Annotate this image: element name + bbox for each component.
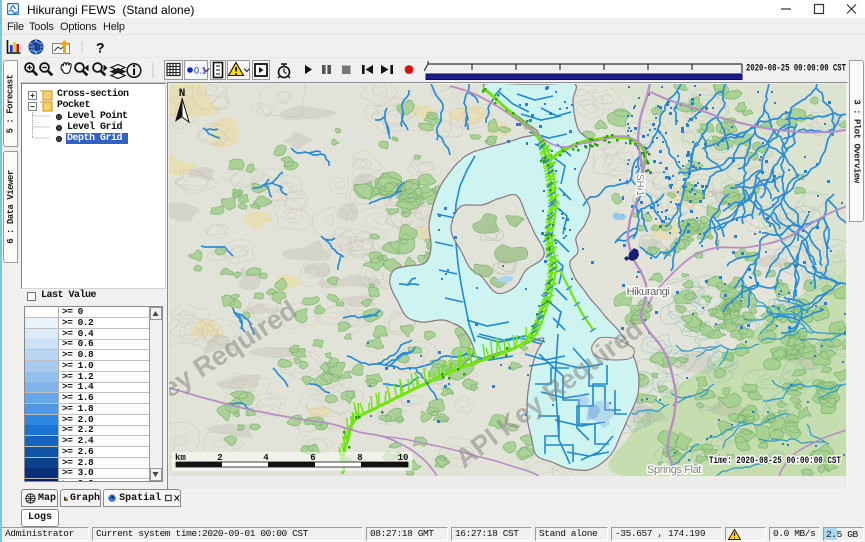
svg-text:6: 6: [310, 453, 315, 463]
svg-text:Time: 2020-08-25 00:00:00 CST: Time: 2020-08-25 00:00:00 CST: [709, 455, 841, 467]
svg-text:4: 4: [263, 453, 269, 463]
svg-text:?: ?: [96, 40, 105, 56]
svg-text:SH 1: SH 1: [634, 174, 645, 197]
svg-text:2020-08-25 00:00:00 CST: 2020-08-25 00:00:00 CST: [746, 64, 846, 75]
svg-text:Springs Flat: Springs Flat: [647, 464, 701, 476]
svg-text:km: km: [175, 453, 186, 463]
svg-text:8: 8: [357, 453, 362, 463]
svg-text:Hikurangi: Hikurangi: [627, 286, 670, 298]
svg-text:10: 10: [398, 453, 409, 463]
svg-text:2: 2: [217, 453, 222, 463]
